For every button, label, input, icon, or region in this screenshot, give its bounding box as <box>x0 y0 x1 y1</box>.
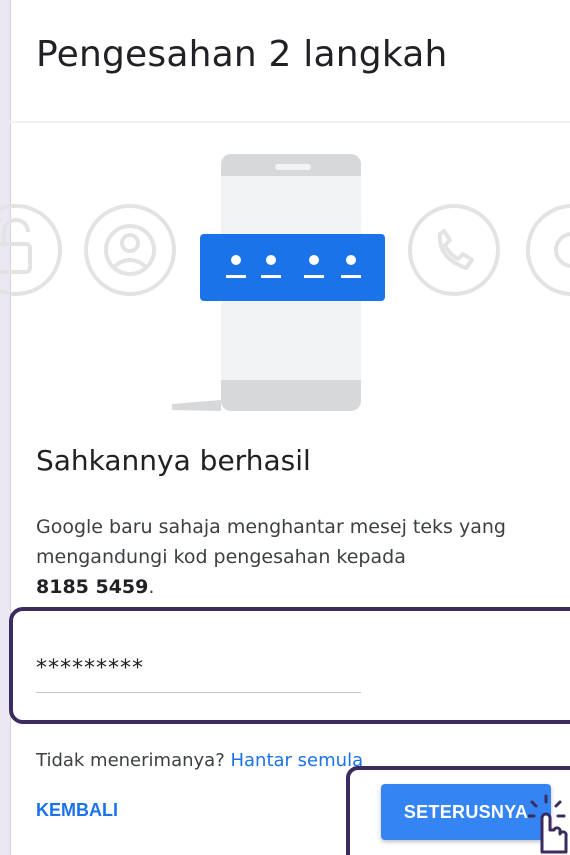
back-button[interactable]: KEMBALI <box>36 800 118 821</box>
screen: Pengesahan 2 langkah Sahkannya berhasil … <box>0 0 570 855</box>
account-icon <box>84 204 176 296</box>
verification-heading: Sahkannya berhasil <box>36 444 311 477</box>
lock-icon <box>0 204 62 296</box>
title-divider <box>10 121 570 123</box>
resend-link[interactable]: Hantar semula <box>230 750 363 771</box>
phone-suffix: . <box>148 576 155 598</box>
code-bar <box>200 234 385 301</box>
verification-illustration <box>0 154 570 411</box>
settings-icon <box>526 204 570 296</box>
verification-description: Google baru sahaja menghantar mesej teks… <box>36 512 556 602</box>
phone-call-icon <box>408 204 500 296</box>
verification-code-input[interactable] <box>36 650 356 686</box>
phone-number: 8185 5459 <box>36 576 149 598</box>
code-input-underline <box>36 692 361 693</box>
resend-row: Tidak menerimanya? Hantar semula <box>36 750 363 771</box>
page-title: Pengesahan 2 langkah <box>36 34 448 75</box>
resend-question: Tidak menerimanya? <box>36 750 225 771</box>
description-text: Google baru sahaja menghantar mesej teks… <box>36 516 506 568</box>
hand-pointer-icon <box>528 794 568 854</box>
next-button[interactable]: SETERUSNYA <box>381 784 551 840</box>
